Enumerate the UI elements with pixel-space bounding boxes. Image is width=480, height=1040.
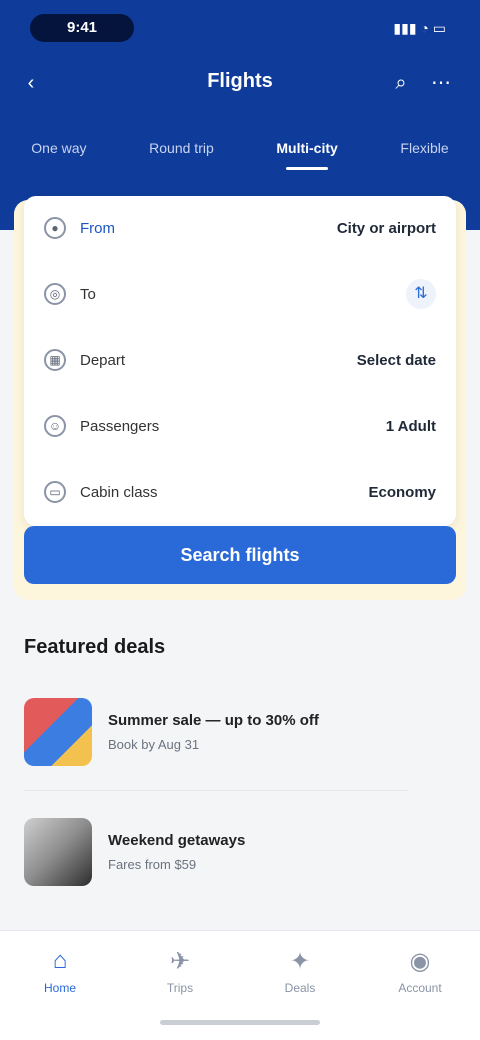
search-icon[interactable]: ⌕: [386, 68, 416, 98]
nav-item-account[interactable]: ◉ Account: [375, 947, 465, 1040]
search-form-card: ● From City or airport ◎ To ⇅ ▦ Depart S…: [24, 196, 456, 526]
to-label: To: [80, 285, 96, 303]
tab-flexible[interactable]: Flexible: [396, 134, 452, 162]
cabin-value: Economy: [368, 483, 436, 501]
promo-subtitle: Fares from $59: [108, 857, 197, 872]
cabin-label: Cabin class: [80, 483, 158, 501]
section-title: Featured deals: [24, 636, 166, 658]
promo-card[interactable]: Weekend getaways Fares from $59: [24, 800, 408, 904]
depart-value: Select date: [356, 351, 436, 369]
tab-one-way[interactable]: One way: [27, 134, 90, 162]
back-icon[interactable]: ‹: [16, 68, 46, 98]
cabin-field[interactable]: ▭ Cabin class Economy: [24, 460, 456, 524]
more-icon[interactable]: ⋯: [426, 68, 456, 98]
tab-multi-city[interactable]: Multi-city: [272, 134, 341, 170]
depart-label: Depart: [80, 351, 126, 369]
person-icon: ☺: [44, 415, 66, 437]
status-icons: ▮▮▮ ◔ ▭: [393, 20, 446, 36]
promo-thumbnail: [24, 818, 92, 886]
tag-icon: ✦: [289, 948, 311, 975]
promo-divider: [24, 790, 408, 791]
promo-card[interactable]: Summer sale — up to 30% off Book by Aug …: [24, 680, 408, 784]
passengers-value: 1 Adult: [385, 417, 436, 435]
passengers-label: Passengers: [80, 417, 160, 435]
destination-icon: ◎: [44, 283, 66, 305]
nav-label: Home: [43, 981, 76, 995]
nav-item-deals[interactable]: ✦ Deals: [255, 947, 345, 1040]
promo-thumbnail: [24, 698, 92, 766]
nav-item-home[interactable]: ⌂ Home: [15, 947, 105, 1040]
from-label: From: [80, 219, 115, 237]
home-icon: ⌂: [52, 947, 68, 974]
plane-icon: ✈: [169, 948, 191, 975]
user-icon: ◉: [409, 948, 431, 975]
promo-title: Weekend getaways: [108, 832, 246, 849]
from-value: City or airport: [336, 219, 436, 237]
from-field[interactable]: ● From City or airport: [24, 196, 456, 260]
status-bar: 9:41 ▮▮▮ ◔ ▭: [0, 14, 480, 44]
promo-subtitle: Book by Aug 31: [108, 737, 200, 752]
top-bar: ‹ Flights ⌕ ⋯: [0, 62, 480, 106]
status-time: 9:41: [30, 14, 134, 42]
nav-label: Account: [398, 981, 442, 995]
calendar-icon: ▦: [44, 349, 66, 371]
search-flights-button[interactable]: Search flights: [24, 526, 456, 584]
trip-type-tabs: One way Round trip Multi-city Flexible: [0, 126, 480, 170]
home-indicator: [160, 1020, 320, 1025]
nav-label: Trips: [166, 981, 194, 995]
nav-label: Deals: [284, 981, 316, 995]
promo-title: Summer sale — up to 30% off: [108, 712, 319, 729]
passengers-field[interactable]: ☺ Passengers 1 Adult: [24, 394, 456, 458]
page-title: Flights: [207, 70, 273, 92]
nav-item-trips[interactable]: ✈ Trips: [135, 947, 225, 1040]
tab-round-trip[interactable]: Round trip: [145, 134, 218, 162]
origin-icon: ●: [44, 217, 66, 239]
to-field[interactable]: ◎ To ⇅: [24, 262, 456, 326]
swap-icon[interactable]: ⇅: [406, 279, 436, 309]
depart-field[interactable]: ▦ Depart Select date: [24, 328, 456, 392]
seat-icon: ▭: [44, 481, 66, 503]
